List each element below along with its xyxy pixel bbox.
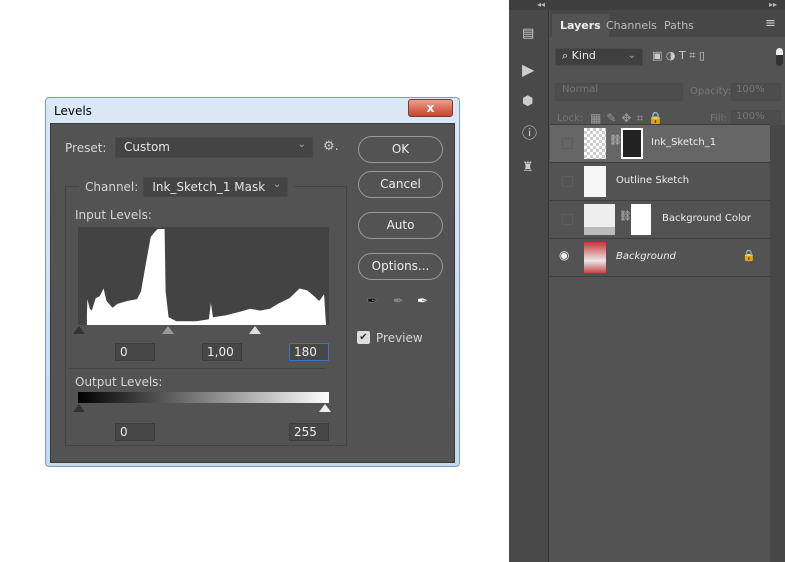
lock-icon: 🔒 <box>742 249 756 262</box>
photoshop-panel: ◂◂ ▸▸ ▤ ▶ ⬢ ⓘ ♜ Layers Channels Paths ≡ … <box>509 0 785 562</box>
properties-icon[interactable]: ⬢ <box>522 94 533 109</box>
input-gamma-field[interactable]: 1,00 <box>202 343 242 361</box>
layer-thumbnail <box>584 166 606 197</box>
auto-button[interactable]: Auto <box>358 212 443 239</box>
close-button[interactable]: x <box>408 99 453 117</box>
layer-row[interactable]: ⛓ Background Color <box>550 201 770 239</box>
filter-kind-select[interactable]: ⌕ Kind ⌄ <box>555 48 643 66</box>
play-actions-icon[interactable]: ▶ <box>522 60 534 79</box>
layer-row[interactable]: ◉ Background 🔒 <box>550 239 770 277</box>
tool-column: ▤ ▶ ⬢ ⓘ ♜ <box>509 10 549 562</box>
layer-thumbnail <box>584 128 606 159</box>
input-gamma-slider[interactable] <box>162 326 174 334</box>
scrollbar[interactable] <box>770 125 785 562</box>
layers-panel: Layers Channels Paths ≡ ⌕ Kind ⌄ ▣ ◑ T ⌗ … <box>550 10 785 562</box>
tab-paths[interactable]: Paths <box>656 14 702 37</box>
blend-value: Normal <box>562 84 599 95</box>
visibility-toggle[interactable] <box>562 176 573 187</box>
preset-value: Custom <box>124 140 170 154</box>
dialog-title: Levels <box>54 104 92 118</box>
channel-select[interactable]: Ink_Sketch_1 Mask ⌄ <box>143 177 289 197</box>
layer-thumbnail <box>584 242 606 273</box>
preset-label: Preset: <box>65 141 107 155</box>
info-icon[interactable]: ⓘ <box>522 122 537 143</box>
layer-thumbnail <box>584 204 615 235</box>
chevron-down-icon: ⌄ <box>627 50 636 61</box>
channel-value: Ink_Sketch_1 Mask <box>152 180 266 194</box>
layer-name: Outline Sketch <box>616 175 690 186</box>
layer-name: Ink_Sketch_1 <box>651 137 717 148</box>
input-white-slider[interactable] <box>249 326 261 334</box>
histogram <box>78 227 329 325</box>
input-white-field[interactable]: 180 <box>289 343 329 361</box>
dialog-body: Preset: Custom ⌄ ⚙. Channel: Ink_Sketch_1… <box>50 123 455 463</box>
collapse-left-icon[interactable]: ◂◂ <box>537 0 545 9</box>
input-black-slider[interactable] <box>73 326 85 334</box>
histogram-shape <box>86 229 329 325</box>
output-black-slider[interactable] <box>73 404 85 412</box>
preview-label: Preview <box>376 331 423 345</box>
pixel-filter-icon[interactable]: ▣ ◑ T ⌗ ▯ <box>652 49 705 63</box>
filter-toggle[interactable] <box>776 48 783 66</box>
visibility-toggle[interactable] <box>562 138 573 149</box>
gray-eyedropper-icon[interactable]: ✒ <box>393 294 404 309</box>
panel-top-bar: ◂◂ ▸▸ <box>509 0 785 10</box>
output-gradient <box>78 392 329 403</box>
opacity-field[interactable]: 100% <box>731 83 781 101</box>
clone-source-icon[interactable]: ♜ <box>522 160 534 175</box>
channel-row: Channel: Ink_Sketch_1 Mask ⌄ <box>79 177 295 197</box>
collapse-right-icon[interactable]: ▸▸ <box>769 0 777 9</box>
eye-icon[interactable]: ◉ <box>559 248 569 262</box>
layer-name: Background Color <box>662 213 751 224</box>
black-eyedropper-icon[interactable]: ✒ <box>367 294 378 309</box>
layer-row[interactable]: Outline Sketch <box>550 163 770 201</box>
panel-menu-icon[interactable]: ≡ <box>765 16 776 31</box>
tab-channels[interactable]: Channels <box>598 14 665 37</box>
visibility-toggle[interactable] <box>562 214 573 225</box>
output-black-field[interactable]: 0 <box>115 423 155 441</box>
filter-value: Kind <box>571 49 596 62</box>
layer-row[interactable]: ⛓ Ink_Sketch_1 <box>550 125 770 163</box>
link-icon: ⛓ <box>619 211 632 222</box>
output-white-slider[interactable] <box>319 404 331 412</box>
preset-select[interactable]: Custom ⌄ <box>115 137 313 158</box>
link-icon: ⛓ <box>609 135 622 146</box>
blend-mode-select[interactable]: Normal <box>555 83 683 101</box>
mask-thumbnail[interactable] <box>621 128 643 159</box>
ok-button[interactable]: OK <box>358 136 443 163</box>
gear-icon[interactable]: ⚙. <box>323 139 339 154</box>
input-black-field[interactable]: 0 <box>115 343 155 361</box>
history-icon[interactable]: ▤ <box>522 26 534 41</box>
white-eyedropper-icon[interactable]: ✒ <box>417 294 428 309</box>
options-button[interactable]: Options... <box>358 253 443 280</box>
cancel-button[interactable]: Cancel <box>358 171 443 198</box>
layer-name: Background <box>616 251 676 262</box>
input-levels-label: Input Levels: <box>75 208 152 222</box>
channel-label: Channel: <box>85 180 139 194</box>
chevron-down-icon: ⌄ <box>272 179 282 190</box>
preview-checkbox[interactable]: ✔ <box>357 331 370 344</box>
opacity-label: Opacity: <box>690 86 732 97</box>
chevron-down-icon: ⌄ <box>297 139 306 150</box>
divider <box>69 368 325 369</box>
levels-dialog: Levels x Preset: Custom ⌄ ⚙. Channel: Ink… <box>45 97 460 467</box>
lock-label: Lock: <box>557 113 584 124</box>
mask-thumbnail[interactable] <box>631 204 651 235</box>
output-white-field[interactable]: 255 <box>289 423 329 441</box>
fill-label: Fill: <box>710 113 727 124</box>
output-levels-label: Output Levels: <box>75 375 163 389</box>
